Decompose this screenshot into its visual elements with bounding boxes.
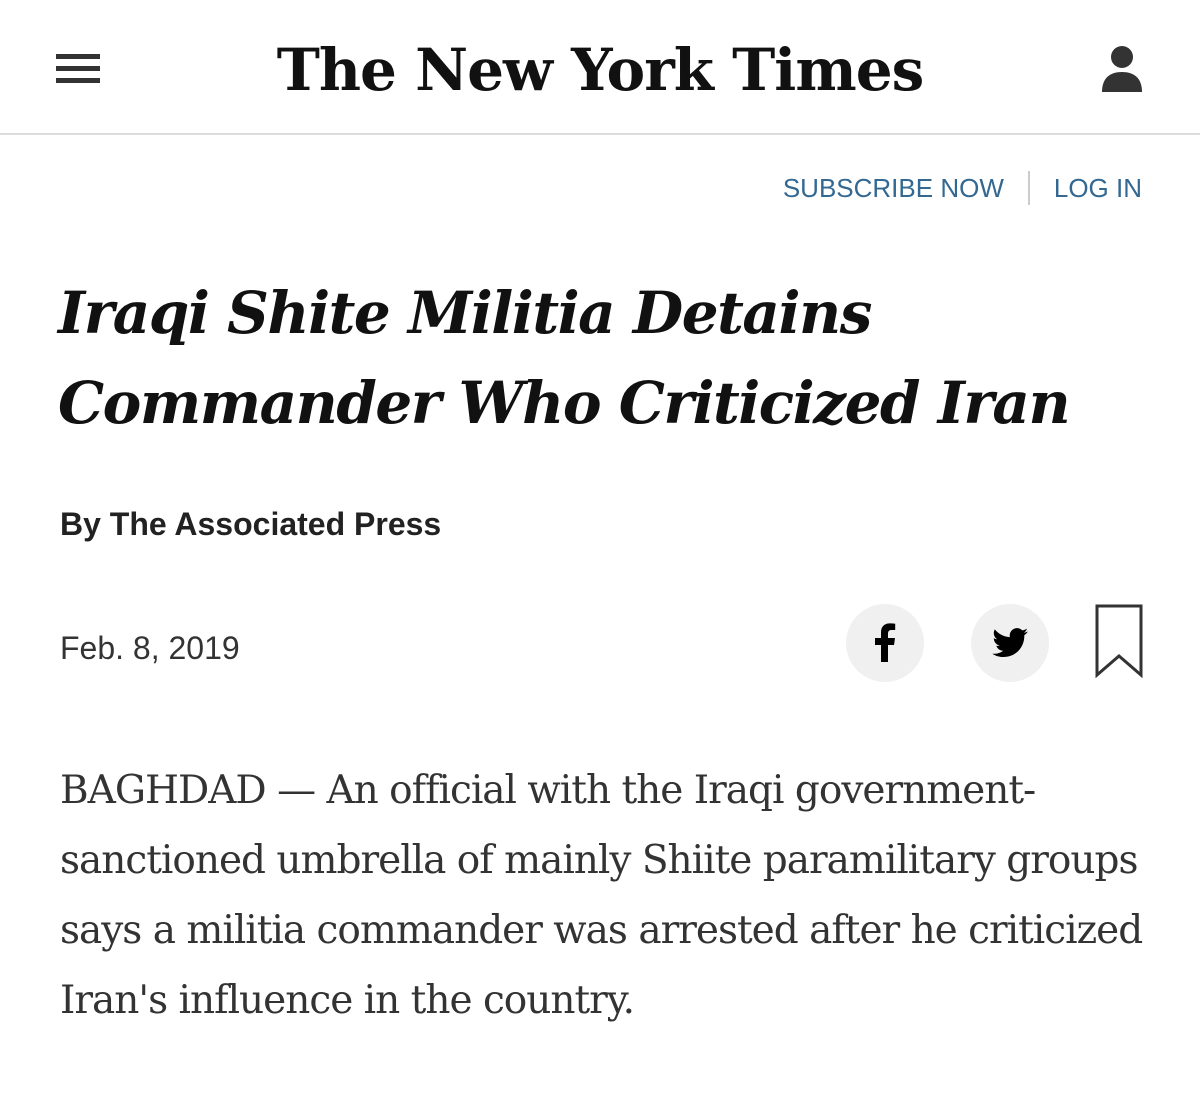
article-date: Feb. 8, 2019: [60, 630, 240, 666]
twitter-share-button[interactable]: [971, 604, 1049, 682]
subscribe-now-link[interactable]: SUBSCRIBE NOW: [783, 173, 1004, 204]
log-in-link[interactable]: LOG IN: [1054, 173, 1142, 204]
user-account-icon[interactable]: [1100, 44, 1144, 94]
masthead-logo[interactable]: The New York Times: [0, 30, 1200, 110]
facebook-icon: [875, 623, 896, 662]
article-body-paragraph: BAGHDAD — An official with the Iraqi gov…: [60, 768, 1143, 1023]
nav-divider: [1027, 171, 1030, 205]
article-byline: By The Associated Press: [60, 506, 442, 542]
facebook-share-button[interactable]: [846, 604, 924, 682]
twitter-icon: [992, 628, 1028, 657]
top-bar: The New York Times: [0, 0, 1200, 135]
article-headline: Iraqi Shite Militia Detains Commander Wh…: [58, 279, 1071, 437]
bookmark-button[interactable]: [1094, 604, 1144, 679]
subscription-nav: SUBSCRIBE NOW LOG IN: [783, 170, 1142, 206]
bookmark-icon: [1095, 604, 1143, 679]
